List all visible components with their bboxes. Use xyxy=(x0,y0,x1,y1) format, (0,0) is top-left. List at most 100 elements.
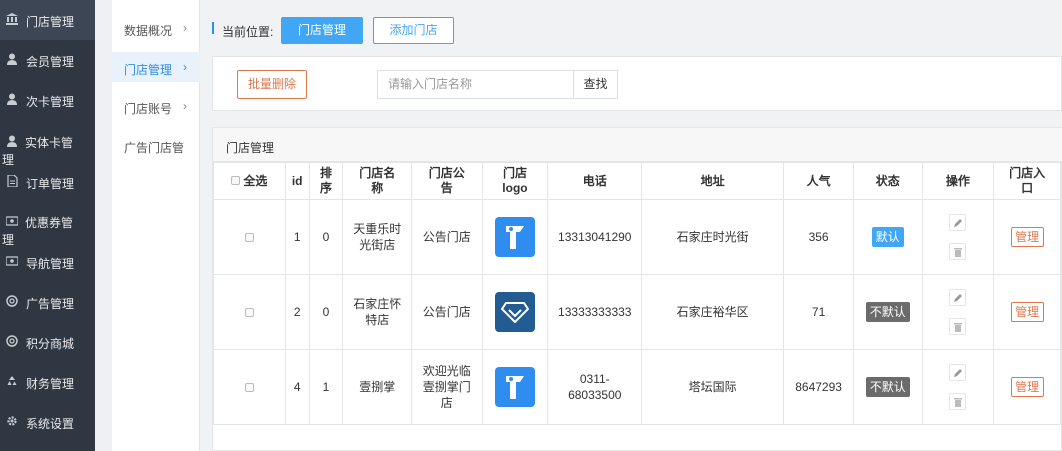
submenu-item-store-management[interactable]: 门店管理 › xyxy=(112,52,200,82)
sidebar-item-label: 实体卡管 xyxy=(25,136,74,150)
submenu-item-store-accounts[interactable]: 门店账号 › xyxy=(112,91,200,121)
user-icon xyxy=(6,135,18,147)
col-action: 操作 xyxy=(921,162,995,200)
sidebar-item-ad-management[interactable]: 广告管理 xyxy=(0,281,95,321)
manage-button[interactable]: 管理 xyxy=(1010,377,1044,397)
col-sort-label-wrap: 序 xyxy=(320,181,333,195)
edit-button[interactable] xyxy=(949,289,967,306)
col-address: 地址 xyxy=(641,162,785,200)
submenu: 数据概况 › 门店管理 › 门店账号 › 广告门店管 xyxy=(112,0,200,451)
add-store-button[interactable]: 添加门店 xyxy=(373,17,454,44)
blue-gem-logo xyxy=(494,292,535,332)
trash-icon xyxy=(954,248,963,257)
phone-line: 68033500 xyxy=(568,388,622,402)
ticket-icon xyxy=(5,215,19,227)
cell-notice: 公告门店 xyxy=(411,199,483,275)
panel-header: 门店管理 xyxy=(213,128,1062,162)
sidebar-item-label: 导航管理 xyxy=(26,257,75,271)
breadcrumb-current-button[interactable]: 门店管理 xyxy=(281,17,363,44)
cell-address: 石家庄时光街 xyxy=(641,199,785,275)
sidebar-item-navigation-management[interactable]: 导航管理 xyxy=(0,241,95,281)
delete-button[interactable] xyxy=(949,243,967,260)
lifebuoy-icon xyxy=(6,295,18,307)
col-phone: 电话 xyxy=(547,162,643,200)
cell-id: 4 xyxy=(284,349,310,425)
col-sort-label: 排 xyxy=(320,166,333,180)
chevron-right-icon: › xyxy=(183,99,187,113)
toolbar: 批量删除 请输入门店名称 查找 xyxy=(212,56,1062,111)
cell-store-name: 天重乐时 光街店 xyxy=(342,199,412,275)
row-checkbox[interactable] xyxy=(244,233,254,243)
sidebar-item-points-mall[interactable]: 积分商城 xyxy=(0,321,95,361)
blue-badge-logo xyxy=(494,217,535,257)
cell-address: 石家庄裕华区 xyxy=(641,274,785,350)
delete-button[interactable] xyxy=(949,393,967,410)
delete-button[interactable] xyxy=(949,318,967,335)
row-checkbox[interactable] xyxy=(244,383,254,393)
notice-line: 壹捌掌门 xyxy=(422,380,471,394)
sidebar-item-label: 积分商城 xyxy=(26,337,75,351)
store-name-line: 石家庄怀 xyxy=(353,297,402,311)
main-sidebar: 门店管理 会员管理 次卡管理 实体卡管 理 订单管理 优惠券管 理 导航管理 广… xyxy=(0,0,95,451)
col-logo-label-wrap: logo xyxy=(502,181,528,195)
sidebar-item-label: 财务管理 xyxy=(26,377,75,391)
submenu-item-label: 广告门店管 xyxy=(124,141,185,155)
chevron-right-icon: › xyxy=(183,60,187,74)
col-select-all[interactable]: 全选 xyxy=(213,162,286,200)
col-store-entry: 门店入口 xyxy=(993,162,1061,200)
pencil-icon xyxy=(954,369,963,377)
cell-id: 1 xyxy=(284,199,310,275)
sidebar-item-punch-card-management[interactable]: 次卡管理 xyxy=(0,80,95,120)
sidebar-item-member-management[interactable]: 会员管理 xyxy=(0,40,95,80)
cell-notice: 欢迎光临 壹捌掌门店 xyxy=(411,349,483,425)
manage-button[interactable]: 管理 xyxy=(1010,227,1044,247)
sidebar-item-label: 系统设置 xyxy=(26,417,75,431)
sidebar-item-order-management[interactable]: 订单管理 xyxy=(0,161,95,201)
col-store-logo: 门店 logo xyxy=(481,162,549,200)
cell-id: 2 xyxy=(284,274,310,350)
sidebar-item-label: 次卡管理 xyxy=(26,95,75,109)
trash-icon xyxy=(954,398,963,407)
sidebar-item-coupon-management[interactable]: 优惠券管 理 xyxy=(0,200,95,247)
search-button[interactable]: 查找 xyxy=(573,70,618,99)
col-popularity: 人气 xyxy=(783,162,854,200)
sidebar-item-label: 订单管理 xyxy=(26,177,75,191)
edit-button[interactable] xyxy=(949,364,967,381)
row-checkbox[interactable] xyxy=(244,308,254,318)
pencil-icon xyxy=(954,219,963,227)
pencil-icon xyxy=(954,294,963,302)
col-entry-label-wrap: 口 xyxy=(1021,181,1034,195)
submenu-item-data-overview[interactable]: 数据概况 › xyxy=(112,13,200,43)
store-name-line: 光街店 xyxy=(359,238,396,252)
cell-store-name: 壹捌掌 xyxy=(342,349,412,425)
col-sort: 排序 xyxy=(308,162,344,200)
manage-button[interactable]: 管理 xyxy=(1010,302,1044,322)
sidebar-item-label: 门店管理 xyxy=(26,15,75,29)
submenu-item-ad-store-management[interactable]: 广告门店管 xyxy=(112,130,200,160)
bank-icon xyxy=(6,13,18,25)
cell-notice: 公告门店 xyxy=(411,274,483,350)
col-notice-label-wrap: 告 xyxy=(440,181,453,195)
sidebar-item-physical-card-management[interactable]: 实体卡管 理 xyxy=(0,120,95,167)
sidebar-item-label: 会员管理 xyxy=(26,55,75,69)
edit-button[interactable] xyxy=(949,214,967,231)
cell-actions xyxy=(921,349,995,425)
table-header-row: 全选 id 排序 门店名称 门店公告 门店 logo 电话 地址 人气 状态 操作… xyxy=(213,162,1061,200)
table-row: 2 0 石家庄怀 特店 公告门店 13333333333 石家庄裕华区 71 不默… xyxy=(213,274,1061,350)
store-name-search-input[interactable]: 请输入门店名称 xyxy=(377,70,574,99)
sidebar-item-system-settings[interactable]: 系统设置 xyxy=(0,401,95,441)
document-icon xyxy=(6,174,18,188)
sidebar-item-finance-management[interactable]: 财务管理 xyxy=(0,361,95,401)
sidebar-item-store-management[interactable]: 门店管理 xyxy=(0,0,95,40)
select-all-label: 全选 xyxy=(243,173,268,188)
chevron-right-icon: › xyxy=(183,21,187,35)
cell-store-name: 石家庄怀 特店 xyxy=(342,274,412,350)
ticket-icon xyxy=(5,255,19,267)
batch-delete-button[interactable]: 批量删除 xyxy=(237,70,307,99)
select-all-checkbox[interactable] xyxy=(231,175,241,185)
phone-line: 0311- xyxy=(579,372,610,386)
trash-icon xyxy=(954,323,963,332)
col-logo-label: 门店 xyxy=(502,166,527,180)
panel-title: 门店管理 xyxy=(226,141,275,155)
store-table: 全选 id 排序 门店名称 门店公告 门店 logo 电话 地址 人气 状态 操作… xyxy=(213,162,1061,425)
